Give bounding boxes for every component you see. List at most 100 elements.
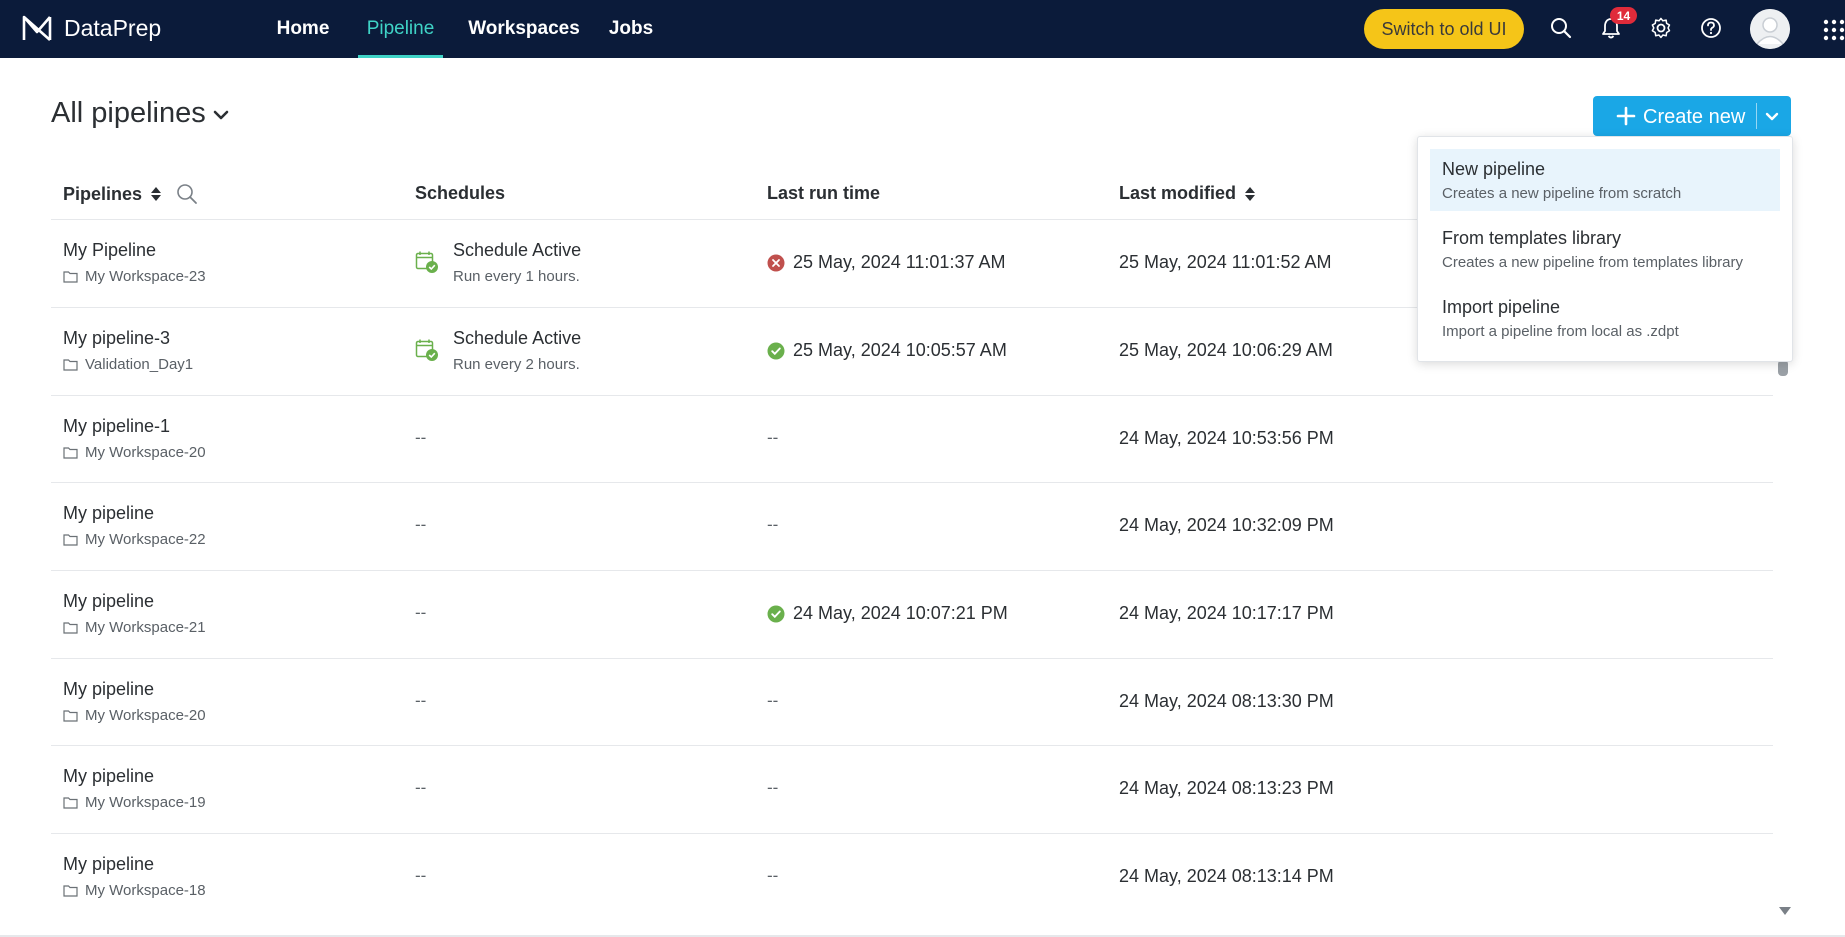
table-row[interactable]: My pipeline My Workspace-19 -- -- 24 May…	[51, 745, 1773, 833]
workspace-label: My Workspace-20	[63, 707, 206, 724]
header-schedules: Schedules	[415, 183, 506, 203]
last-modified: 24 May, 2024 08:13:14 PM	[1119, 866, 1334, 886]
table-row[interactable]: My pipeline My Workspace-21 -- 24 May, 2…	[51, 570, 1773, 658]
create-new-button[interactable]: Create new	[1593, 96, 1791, 136]
sort-icon[interactable]	[150, 185, 162, 203]
error-icon	[767, 254, 785, 271]
pipeline-name[interactable]: My pipeline-1	[63, 416, 170, 437]
pipeline-name[interactable]: My pipeline	[63, 679, 154, 700]
avatar-icon[interactable]	[1750, 9, 1790, 49]
pipeline-name[interactable]: My Pipeline	[63, 240, 156, 261]
workspace-name: My Workspace-23	[85, 268, 206, 285]
notification-badge: 14	[1610, 7, 1637, 24]
schedule-status: Schedule Active	[453, 328, 582, 348]
table-row[interactable]: My pipeline My Workspace-18 -- -- 24 May…	[51, 833, 1773, 921]
last-run-value: 25 May, 2024 10:05:57 AM	[793, 340, 1007, 360]
switch-old-ui-button[interactable]: Switch to old UI	[1364, 9, 1524, 49]
nav-pipeline[interactable]: Pipeline	[358, 0, 443, 58]
plus-icon	[1616, 106, 1636, 126]
workspace-label: My Workspace-18	[63, 882, 206, 899]
nav-workspaces[interactable]: Workspaces	[468, 0, 580, 58]
menu-item-new-pipeline[interactable]: New pipeline Creates a new pipeline from…	[1430, 149, 1780, 211]
workspace-label: Validation_Day1	[63, 356, 193, 373]
header-pipelines[interactable]: Pipelines	[63, 183, 198, 205]
header-last-run: Last run time	[767, 183, 881, 203]
last-run-value: 25 May, 2024 11:01:37 AM	[793, 252, 1006, 272]
app-name: DataPrep	[64, 14, 162, 41]
last-run-empty: --	[767, 866, 779, 885]
folder-icon	[63, 622, 78, 634]
app-logo[interactable]: DataPrep	[20, 12, 161, 44]
pipeline-name[interactable]: My pipeline	[63, 854, 154, 875]
success-icon	[767, 605, 785, 622]
pipeline-name[interactable]: My pipeline	[63, 766, 154, 787]
last-run-time: 25 May, 2024 10:05:57 AM	[767, 340, 1007, 361]
folder-icon	[63, 359, 78, 371]
scrollbar-thumb[interactable]	[1778, 360, 1788, 376]
help-icon[interactable]	[1698, 15, 1724, 41]
page-title: All pipelines	[51, 97, 206, 129]
menu-item-description: Creates a new pipeline from templates li…	[1442, 254, 1743, 271]
pipeline-name[interactable]: My pipeline	[63, 591, 154, 612]
menu-item-description: Import a pipeline from local as .zdpt	[1442, 323, 1679, 340]
create-new-label: Create new	[1643, 106, 1746, 128]
apps-grid-icon[interactable]	[1823, 19, 1845, 41]
nav-home[interactable]: Home	[273, 0, 333, 58]
calendar-check-icon	[415, 251, 438, 273]
table-row[interactable]: My pipeline-1 My Workspace-20 -- -- 24 M…	[51, 395, 1773, 483]
pipeline-name[interactable]: My pipeline-3	[63, 328, 170, 349]
table-row[interactable]: My pipeline My Workspace-20 -- -- 24 May…	[51, 658, 1773, 746]
folder-icon	[63, 885, 78, 897]
last-modified: 24 May, 2024 08:13:30 PM	[1119, 691, 1334, 711]
scroll-down-arrow-icon[interactable]	[1778, 906, 1792, 916]
pipeline-name[interactable]: My pipeline	[63, 503, 154, 524]
folder-icon	[63, 271, 78, 283]
menu-item-import-pipeline[interactable]: Import pipeline Import a pipeline from l…	[1430, 287, 1780, 349]
success-icon	[767, 342, 785, 359]
last-modified: 24 May, 2024 10:53:56 PM	[1119, 428, 1334, 448]
last-run-value: 24 May, 2024 10:07:21 PM	[793, 603, 1008, 623]
search-icon[interactable]	[1548, 15, 1574, 41]
schedule-frequency: Run every 1 hours.	[453, 268, 580, 285]
last-modified: 24 May, 2024 10:32:09 PM	[1119, 515, 1334, 535]
chevron-down-icon[interactable]	[212, 106, 230, 124]
workspace-label: My Workspace-22	[63, 531, 206, 548]
last-modified: 24 May, 2024 08:13:23 PM	[1119, 778, 1334, 798]
workspace-name: My Workspace-19	[85, 794, 206, 811]
schedule-status: Schedule Active	[453, 240, 582, 260]
nav-jobs[interactable]: Jobs	[606, 0, 656, 58]
workspace-name: Validation_Day1	[85, 356, 194, 373]
workspace-name: My Workspace-20	[85, 444, 206, 461]
last-run-empty: --	[767, 428, 779, 447]
header-last-modified-label: Last modified	[1119, 183, 1237, 203]
last-run-empty: --	[767, 691, 779, 710]
create-new-menu: New pipeline Creates a new pipeline from…	[1417, 136, 1793, 362]
menu-item-from-templates[interactable]: From templates library Creates a new pip…	[1430, 218, 1780, 280]
header-last-modified[interactable]: Last modified	[1119, 183, 1256, 204]
workspace-name: My Workspace-18	[85, 882, 206, 899]
header-pipelines-label: Pipelines	[63, 183, 143, 204]
workspace-label: My Workspace-20	[63, 444, 206, 461]
logo-icon	[22, 15, 52, 41]
last-run-time: 25 May, 2024 11:01:37 AM	[767, 252, 1005, 273]
workspace-name: My Workspace-20	[85, 707, 206, 724]
folder-icon	[63, 797, 78, 809]
search-icon[interactable]	[176, 183, 198, 205]
schedule-empty: --	[415, 778, 427, 797]
last-run-time: 24 May, 2024 10:07:21 PM	[767, 603, 1008, 624]
schedule-empty: --	[415, 603, 427, 622]
create-new-divider	[1756, 103, 1757, 129]
folder-icon	[63, 447, 78, 459]
workspace-name: My Workspace-22	[85, 531, 206, 548]
last-modified: 24 May, 2024 10:17:17 PM	[1119, 603, 1334, 623]
top-bar: DataPrep Home Pipeline Workspaces Jobs S…	[0, 0, 1845, 58]
schedule-empty: --	[415, 428, 427, 447]
chevron-down-icon[interactable]	[1762, 106, 1782, 126]
workspace-label: My Workspace-21	[63, 619, 206, 636]
menu-item-title: Import pipeline	[1442, 297, 1561, 317]
schedule-empty: --	[415, 691, 427, 710]
gear-icon[interactable]	[1648, 15, 1674, 41]
sort-icon[interactable]	[1244, 185, 1256, 203]
table-row[interactable]: My pipeline My Workspace-22 -- -- 24 May…	[51, 482, 1773, 570]
last-run-empty: --	[767, 778, 779, 797]
